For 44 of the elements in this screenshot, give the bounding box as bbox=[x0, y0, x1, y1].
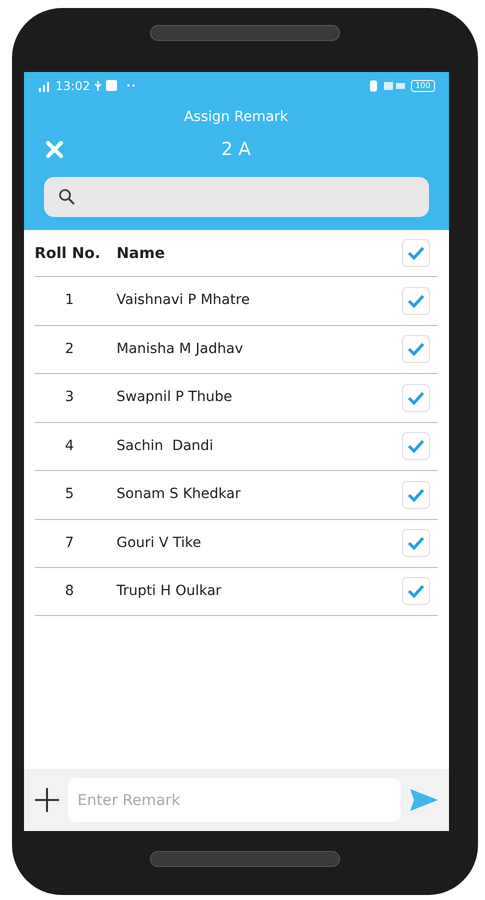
student-checkbox[interactable] bbox=[402, 384, 430, 412]
student-name: Vaishnavi P Mhatre bbox=[116, 291, 251, 310]
roll-number: 3 bbox=[64, 388, 75, 408]
screen-title: Assign Remark bbox=[182, 108, 290, 127]
roll-number: 2 bbox=[64, 340, 75, 359]
student-checkbox[interactable] bbox=[402, 286, 430, 315]
roll-number: 8 bbox=[64, 582, 75, 601]
student-name: Sonam S Khedkar bbox=[116, 485, 242, 504]
roll-number: 1 bbox=[64, 291, 75, 310]
send-icon[interactable] bbox=[408, 788, 438, 812]
student-checkbox[interactable] bbox=[402, 480, 430, 509]
select-all-checkbox[interactable] bbox=[402, 239, 430, 267]
student-name: Sachin Dandi bbox=[116, 436, 214, 456]
battery-indicator: 100 bbox=[411, 80, 434, 92]
more-icon bbox=[127, 84, 136, 87]
student-name: Swapnil P Thube bbox=[116, 388, 234, 408]
remark-field[interactable]: Enter Remark bbox=[68, 778, 400, 822]
roll-number: 5 bbox=[64, 485, 75, 504]
check-icon bbox=[406, 294, 424, 308]
search-icon bbox=[58, 188, 76, 206]
column-header: Roll No. bbox=[34, 242, 102, 264]
signal-icon bbox=[38, 80, 52, 92]
student-checkbox[interactable] bbox=[402, 529, 430, 558]
close-icon[interactable] bbox=[44, 141, 64, 158]
check-icon bbox=[406, 536, 424, 550]
check-icon bbox=[406, 584, 424, 598]
student-checkbox[interactable] bbox=[402, 432, 430, 460]
student-name: Manisha M Jadhav bbox=[116, 340, 244, 359]
check-icon bbox=[406, 390, 424, 405]
student-name: Trupti H Oulkar bbox=[116, 582, 222, 601]
roll-number: 4 bbox=[64, 436, 75, 456]
status-time: 13:02 bbox=[56, 78, 90, 94]
class-name: 2 A bbox=[221, 138, 251, 162]
student-name: Gouri V Tike bbox=[116, 534, 202, 553]
plus-icon[interactable] bbox=[34, 787, 60, 813]
search-field[interactable] bbox=[44, 177, 428, 217]
check-icon bbox=[406, 439, 424, 454]
column-header: Name bbox=[116, 242, 166, 264]
student-checkbox[interactable] bbox=[402, 335, 430, 364]
check-icon bbox=[406, 488, 424, 502]
roll-number: 7 bbox=[64, 534, 75, 553]
check-icon bbox=[406, 246, 424, 260]
check-icon bbox=[406, 342, 424, 356]
student-checkbox[interactable] bbox=[402, 577, 430, 606]
